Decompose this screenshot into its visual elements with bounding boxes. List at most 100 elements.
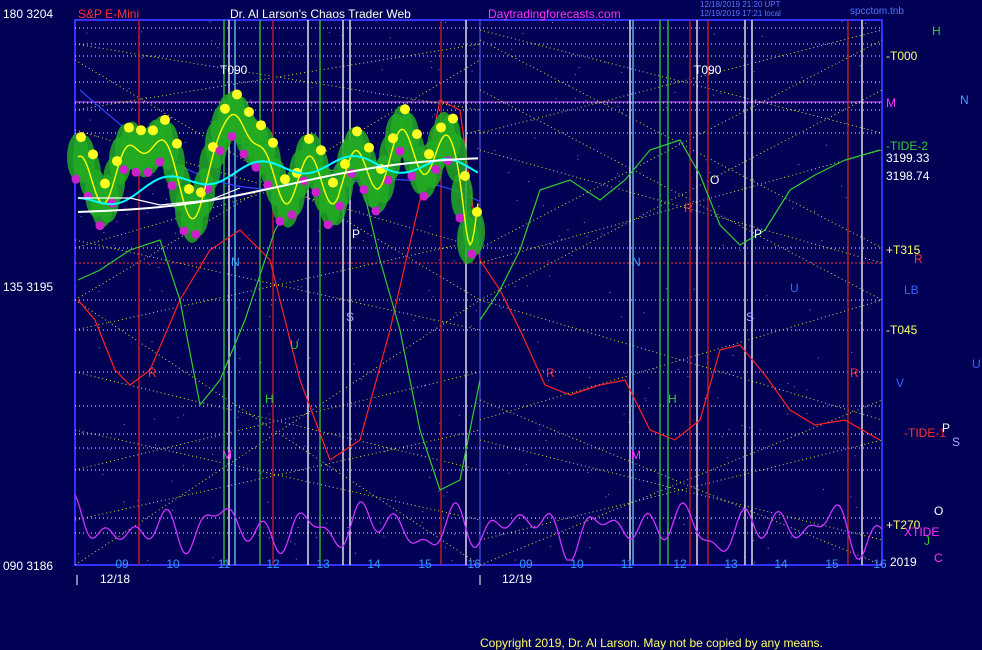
- low-marker: [359, 185, 369, 195]
- right-label: J: [924, 534, 930, 548]
- background-dot: [486, 245, 488, 247]
- background-dot: [798, 164, 800, 166]
- plot-annotation: S: [346, 310, 354, 324]
- background-dot: [863, 556, 865, 558]
- background-dot: [846, 123, 848, 125]
- background-dot: [260, 181, 262, 183]
- background-dot: [605, 496, 607, 498]
- background-dot: [329, 31, 331, 33]
- background-dot: [94, 104, 96, 106]
- background-dot: [354, 552, 356, 554]
- background-dot: [304, 445, 306, 447]
- price-marker-label: 3198.74: [886, 169, 930, 183]
- background-dot: [445, 22, 446, 23]
- background-dot: [625, 405, 626, 407]
- background-dot: [446, 491, 448, 493]
- y-tick-label: 090 3186: [3, 559, 53, 573]
- plot-annotation: H: [265, 392, 274, 406]
- background-dot: [823, 488, 824, 490]
- background-dot: [624, 372, 626, 374]
- background-dot: [141, 31, 142, 33]
- background-dot: [542, 205, 544, 207]
- background-dot: [379, 522, 381, 524]
- background-dot: [648, 387, 650, 389]
- plot-annotation: U: [290, 338, 299, 352]
- background-dot: [677, 493, 679, 495]
- background-dot: [183, 414, 185, 416]
- background-dot: [592, 406, 594, 408]
- x-tick-label: 15: [825, 557, 839, 571]
- background-dot: [96, 135, 98, 137]
- background-dot: [434, 113, 436, 115]
- background-dot: [528, 181, 530, 182]
- low-marker: [287, 210, 297, 220]
- background-dot: [358, 210, 360, 212]
- background-dot: [575, 74, 576, 76]
- high-marker: [460, 171, 470, 182]
- background-dot: [334, 106, 335, 108]
- background-dot: [381, 69, 383, 71]
- high-marker: [328, 177, 338, 188]
- background-dot: [645, 400, 647, 402]
- right-label: LB: [904, 283, 919, 297]
- background-dot: [550, 243, 552, 245]
- background-dot: [158, 267, 160, 269]
- low-marker: [311, 187, 321, 197]
- x-tick-label: 09: [115, 557, 129, 571]
- background-dot: [770, 330, 772, 332]
- background-dot: [297, 527, 299, 528]
- background-dot: [555, 98, 557, 100]
- background-dot: [470, 325, 472, 327]
- background-dot: [741, 425, 743, 426]
- background-dot: [413, 82, 415, 84]
- background-dot: [353, 403, 355, 405]
- x-tick-label: 09: [519, 557, 533, 571]
- background-dot: [438, 259, 440, 261]
- background-dot: [623, 413, 625, 415]
- background-dot: [169, 117, 171, 119]
- background-dot: [705, 159, 707, 161]
- price-bubbles: [67, 89, 485, 264]
- background-dot: [347, 527, 349, 528]
- low-marker: [455, 213, 465, 223]
- high-marker: [352, 126, 362, 137]
- background-dot: [453, 260, 455, 262]
- plot-annotation: T090: [220, 63, 248, 77]
- background-dot: [321, 514, 323, 516]
- background-dot: [171, 480, 173, 482]
- background-dot: [621, 71, 623, 73]
- background-dot: [500, 307, 502, 309]
- background-dot: [720, 93, 722, 95]
- background-dot: [832, 548, 834, 550]
- low-marker: [467, 249, 477, 259]
- high-marker: [148, 125, 158, 136]
- background-dot: [165, 198, 167, 200]
- low-marker: [227, 131, 237, 141]
- background-dot: [609, 291, 611, 293]
- background-dot: [443, 321, 445, 323]
- plot-annotation: N: [231, 255, 240, 269]
- background-dot: [428, 290, 430, 292]
- right-label: -TIDE-1: [904, 426, 946, 440]
- background-dot: [268, 413, 270, 415]
- high-marker: [88, 149, 98, 160]
- background-dot: [549, 275, 551, 277]
- background-dot: [137, 500, 139, 502]
- background-dot: [123, 501, 125, 503]
- background-dot: [288, 51, 290, 53]
- x-tick-label: 12: [266, 557, 280, 571]
- background-dot: [687, 375, 689, 377]
- background-dot: [383, 535, 385, 537]
- background-dot: [288, 149, 290, 150]
- background-dot: [717, 397, 719, 399]
- background-dot: [865, 22, 867, 24]
- right-label: O: [934, 504, 943, 518]
- plot-annotation: M: [222, 448, 232, 462]
- background-dot: [217, 47, 219, 49]
- background-dot: [753, 71, 755, 73]
- background-dot: [430, 61, 432, 63]
- background-dot: [859, 65, 861, 67]
- background-dot: [432, 319, 434, 321]
- background-dot: [172, 509, 174, 511]
- background-dot: [152, 193, 154, 195]
